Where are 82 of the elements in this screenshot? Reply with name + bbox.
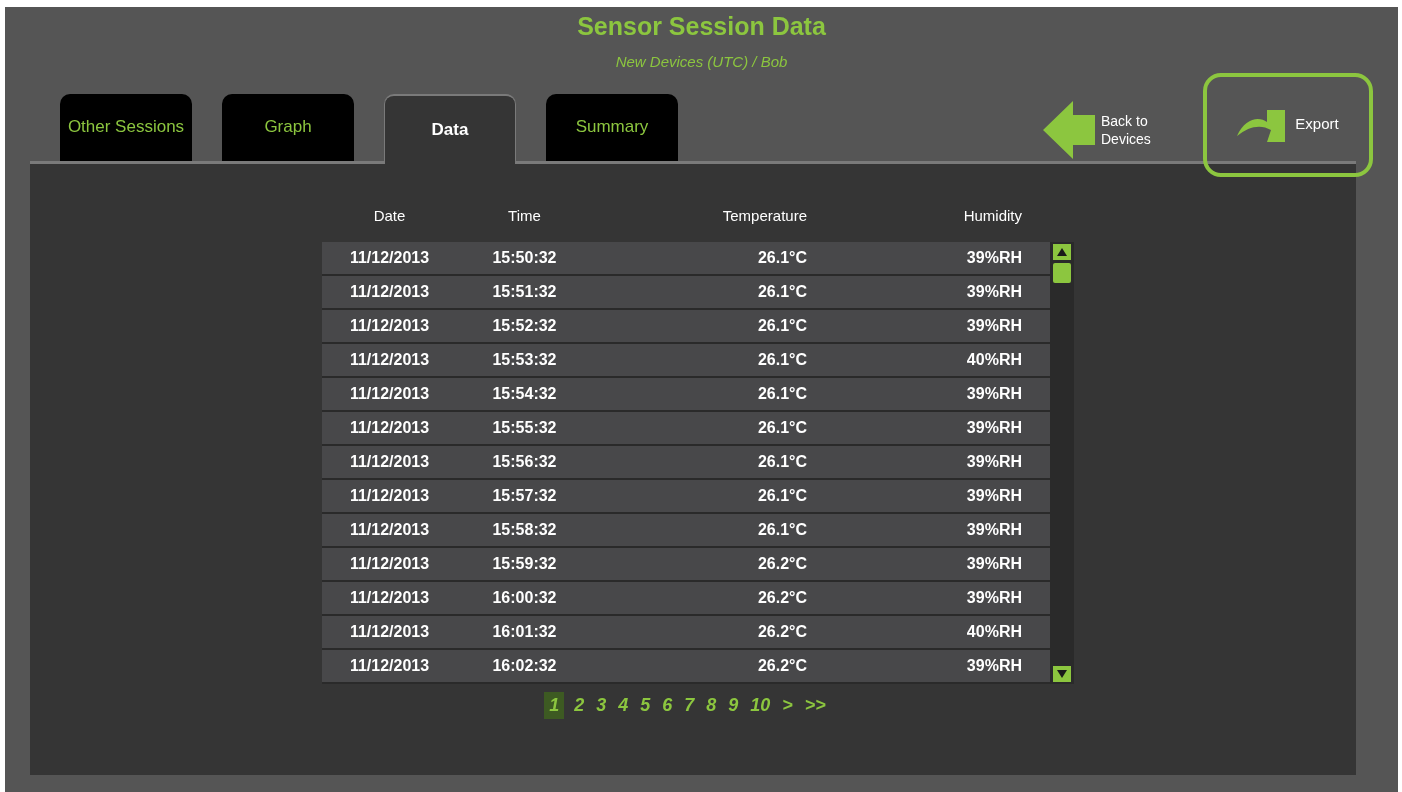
column-header: Date (373, 206, 406, 227)
table-cell-text: 11/12/2013 (349, 247, 430, 268)
table-cell-text: 16:02:32 (492, 655, 557, 676)
tab[interactable]: Graph (222, 93, 354, 161)
table-cell-text: 11/12/2013 (349, 383, 430, 404)
table-cell-text: 11/12/2013 (349, 553, 430, 574)
page-link[interactable]: >> (802, 691, 828, 719)
table-cell-text: 11/12/2013 (349, 519, 430, 540)
left-arrow-icon (1043, 100, 1095, 159)
page-subtitle: New Devices (UTC) / Bob (615, 52, 788, 72)
page-link[interactable]: 7 (682, 691, 697, 719)
table-cell-text: 26.1°C (757, 281, 807, 302)
table-cell-text: 15:51:32 (492, 281, 557, 302)
export-button[interactable]: Export (1203, 72, 1373, 177)
table-cell-text: 15:58:32 (492, 519, 557, 540)
table-cell-text: 11/12/2013 (349, 281, 430, 302)
table-cell-text: 26.2°C (757, 655, 807, 676)
scroll-up-icon[interactable] (1053, 243, 1071, 260)
table-cell-text: 26.1°C (757, 485, 807, 506)
table-cell-text: 39%RH (966, 587, 1022, 608)
page-link[interactable]: 2 (572, 691, 587, 719)
table-cell-text: 15:53:32 (492, 349, 557, 370)
page-link[interactable]: 5 (638, 691, 653, 719)
table-cell-text: 39%RH (966, 417, 1022, 438)
table-cell-text: 26.1°C (757, 247, 807, 268)
page-link[interactable]: 4 (616, 691, 631, 719)
table-cell-text: 39%RH (966, 315, 1022, 336)
page-link[interactable]: 1 (544, 691, 565, 719)
table-cell-text: 26.1°C (757, 349, 807, 370)
table-cell-text: 15:56:32 (492, 451, 557, 472)
page-link[interactable]: 9 (726, 691, 741, 719)
table-cell-text: 26.1°C (757, 451, 807, 472)
table-cell-text: 39%RH (966, 247, 1022, 268)
page-link[interactable]: 10 (748, 691, 773, 719)
table-cell-text: 26.2°C (757, 553, 807, 574)
table-cell-text: 15:57:32 (492, 485, 557, 506)
page-link[interactable]: 6 (660, 691, 675, 719)
table-cell-text: 11/12/2013 (349, 485, 430, 506)
table-cell-text: 39%RH (966, 655, 1022, 676)
table-cell-text: 11/12/2013 (349, 621, 430, 642)
curved-arrow-icon (1237, 107, 1286, 142)
table-cell-text: 11/12/2013 (349, 451, 430, 472)
scroll-down-icon[interactable] (1053, 665, 1071, 682)
table-cell-text: 39%RH (966, 383, 1022, 404)
table-cell-text: 11/12/2013 (349, 587, 430, 608)
table-cell-text: 26.1°C (757, 519, 807, 540)
table-cell-text: 15:50:32 (492, 247, 557, 268)
table-cell-text: 16:01:32 (492, 621, 557, 642)
table-cell-text: 40%RH (966, 621, 1022, 642)
table-cell-text: 40%RH (966, 349, 1022, 370)
table-cell-text: 26.2°C (757, 621, 807, 642)
table-cell-text: 16:00:32 (492, 587, 557, 608)
column-header: Humidity (963, 206, 1022, 227)
table-cell-text: 11/12/2013 (349, 655, 430, 676)
page-link[interactable]: 8 (704, 691, 719, 719)
back-button[interactable]: Back to Devices (1043, 100, 1165, 159)
scroll-thumb[interactable] (1053, 262, 1071, 283)
column-header: Temperature (722, 206, 807, 227)
table-cell-text: 26.1°C (757, 315, 807, 336)
table-cell-text: 26.1°C (757, 417, 807, 438)
scrollbar[interactable] (1050, 241, 1074, 684)
table-cell-text: 15:55:32 (492, 417, 557, 438)
tab[interactable]: Other Sessions (60, 93, 192, 161)
table-cell-text: 39%RH (966, 485, 1022, 506)
table-cell-text: 26.2°C (757, 587, 807, 608)
page-title: Sensor Session Data (577, 11, 826, 41)
column-header: Time (508, 206, 541, 227)
table-cell-text: 39%RH (966, 519, 1022, 540)
table-cell-text: 15:52:32 (492, 315, 557, 336)
table-cell-text: 11/12/2013 (349, 417, 430, 438)
table-cell-text: 26.1°C (757, 383, 807, 404)
table-cell-text: 11/12/2013 (349, 315, 430, 336)
page-link[interactable]: > (780, 691, 795, 719)
tab[interactable]: Data (384, 93, 516, 164)
table-cell-text: 39%RH (966, 553, 1022, 574)
table-cell-text: 11/12/2013 (349, 349, 430, 370)
table-cell-text: 39%RH (966, 451, 1022, 472)
table-cell-text: 15:54:32 (492, 383, 557, 404)
table-cell-text: 39%RH (966, 281, 1022, 302)
page-link[interactable]: 3 (594, 691, 609, 719)
tab[interactable]: Summary (546, 93, 678, 161)
table-cell-text: 15:59:32 (492, 553, 557, 574)
